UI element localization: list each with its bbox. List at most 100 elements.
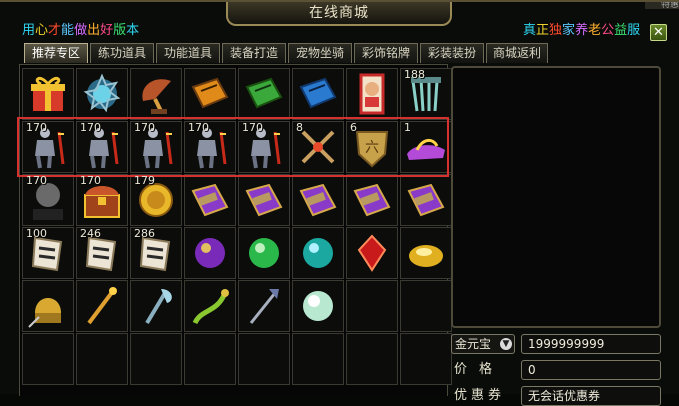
purple-scroll-icon: [187, 177, 233, 223]
item-slot[interactable]: 246: [76, 227, 128, 279]
green-scroll-book-icon: [241, 71, 287, 117]
item-slot[interactable]: [400, 174, 452, 226]
item-slot[interactable]: [184, 68, 236, 120]
tab-4[interactable]: 宠物坐骑: [288, 43, 352, 63]
tab-7[interactable]: 商城返利: [486, 43, 548, 63]
item-slot[interactable]: 170: [76, 174, 128, 226]
corner-tag: 特惠: [645, 2, 679, 9]
item-slot[interactable]: [346, 174, 398, 226]
item-count: 100: [26, 227, 47, 240]
currency-select[interactable]: 金元宝 ▼: [451, 334, 515, 354]
golden-staff-icon: [79, 283, 125, 329]
empty-slot: [22, 333, 74, 385]
tab-1[interactable]: 练功道具: [90, 43, 154, 63]
gift-box-icon: [25, 71, 71, 117]
item-slot[interactable]: 170: [22, 121, 74, 173]
empty-slot: [184, 333, 236, 385]
dragon-ornament-icon: [187, 283, 233, 329]
item-slot[interactable]: [292, 280, 344, 332]
purple-scroll-icon: [349, 177, 395, 223]
shop-window: 特惠 在线商城 用心才能做出好版本 真正独家养老公益服 ✕ 推荐专区 练功道具 功能…: [0, 0, 679, 406]
golden-helmet-icon: [25, 283, 71, 329]
banner-char: 能: [61, 23, 75, 38]
item-slot[interactable]: 8: [292, 121, 344, 173]
item-slot[interactable]: 286: [130, 227, 182, 279]
window-title: 在线商城: [226, 2, 452, 26]
banner-char: 老: [588, 23, 602, 38]
item-slot[interactable]: 170: [238, 121, 290, 173]
item-slot[interactable]: 188: [400, 68, 452, 120]
item-slot[interactable]: 170: [130, 121, 182, 173]
item-slot[interactable]: [184, 227, 236, 279]
item-slot[interactable]: [22, 280, 74, 332]
price-label: 价格: [454, 362, 505, 377]
tab-0[interactable]: 推荐专区: [24, 43, 88, 63]
item-slot[interactable]: [400, 227, 452, 279]
item-grid: 188 170 170 170 170 170 8 六 6 1 170 170 179 100 246 286: [19, 64, 452, 396]
item-slot[interactable]: 170: [22, 174, 74, 226]
item-slot[interactable]: [292, 227, 344, 279]
purple-scroll-icon: [295, 177, 341, 223]
banner-char: 公: [601, 23, 615, 38]
tab-2[interactable]: 功能道具: [156, 43, 220, 63]
item-count: 170: [242, 121, 263, 134]
price-field: 0: [521, 360, 661, 380]
item-slot[interactable]: 179: [130, 174, 182, 226]
orange-scroll-book-icon: [187, 71, 233, 117]
empty-slot: [76, 333, 128, 385]
item-slot[interactable]: [292, 174, 344, 226]
item-slot[interactable]: [238, 227, 290, 279]
empty-slot: [130, 333, 182, 385]
banner-char: 独: [549, 23, 563, 38]
item-slot[interactable]: 170: [184, 121, 236, 173]
item-slot[interactable]: [346, 227, 398, 279]
item-slot[interactable]: [76, 68, 128, 120]
item-slot[interactable]: [238, 280, 290, 332]
close-button[interactable]: ✕: [650, 24, 667, 41]
purple-orb-icon: [187, 230, 233, 276]
item-count: 188: [404, 68, 425, 81]
item-slot[interactable]: 1: [400, 121, 452, 173]
empty-slot: [346, 333, 398, 385]
item-count: 170: [80, 121, 101, 134]
item-slot[interactable]: [292, 68, 344, 120]
gold-ingot-icon: [403, 230, 449, 276]
item-slot[interactable]: [22, 68, 74, 120]
svg-text:六: 六: [365, 140, 379, 156]
ornate-shield-icon: [79, 71, 125, 117]
banner-char: 正: [536, 23, 550, 38]
banner-char: 好: [100, 23, 114, 38]
item-slot[interactable]: [238, 68, 290, 120]
item-count: 170: [134, 121, 155, 134]
tab-6[interactable]: 彩装装扮: [420, 43, 484, 63]
item-slot[interactable]: [130, 68, 182, 120]
tab-3[interactable]: 装备打造: [222, 43, 286, 63]
item-count: 286: [134, 227, 155, 240]
coupon-label: 优惠券: [454, 388, 506, 403]
trident-icon: [241, 283, 287, 329]
banner-char: 才: [48, 23, 62, 38]
chevron-down-icon: ▼: [500, 338, 512, 350]
teal-orb-icon: [295, 230, 341, 276]
tab-5[interactable]: 彩饰铭牌: [354, 43, 418, 63]
banner-char: 心: [35, 23, 49, 38]
item-slot[interactable]: [346, 68, 398, 120]
empty-slot: [346, 280, 398, 332]
fortune-card-icon: [349, 71, 395, 117]
item-slot[interactable]: [184, 174, 236, 226]
empty-slot: [400, 280, 452, 332]
item-slot[interactable]: [130, 280, 182, 332]
item-count: 6: [350, 121, 357, 134]
item-slot[interactable]: 170: [76, 121, 128, 173]
banner-char: 用: [22, 23, 36, 38]
banner-char: 养: [575, 23, 589, 38]
item-count: 170: [26, 121, 47, 134]
purple-scroll-icon: [241, 177, 287, 223]
balance-field: 1999999999: [521, 334, 661, 354]
item-slot[interactable]: 100: [22, 227, 74, 279]
coupon-select[interactable]: 无会话优惠券: [521, 386, 661, 406]
item-slot[interactable]: [76, 280, 128, 332]
item-slot[interactable]: 六6: [346, 121, 398, 173]
item-slot[interactable]: [184, 280, 236, 332]
item-slot[interactable]: [238, 174, 290, 226]
